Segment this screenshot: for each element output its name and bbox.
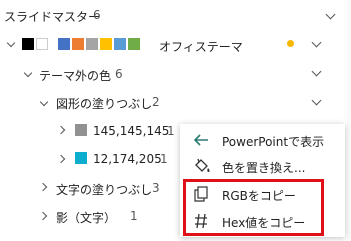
paint-bucket-icon xyxy=(195,158,210,172)
color-swatch xyxy=(114,38,126,50)
color-swatch xyxy=(100,38,112,50)
chevron-right-icon[interactable] xyxy=(56,125,66,135)
section-count: 6 xyxy=(93,8,101,22)
chevron-down-icon[interactable] xyxy=(311,95,322,106)
master-label: オフィステーマ xyxy=(159,40,243,54)
color-swatch xyxy=(75,152,87,164)
menu-item-label: 色を置き換え... xyxy=(222,161,306,175)
chevron-down-icon[interactable] xyxy=(311,37,322,48)
tree-count: 2 xyxy=(152,95,160,109)
tree-count: 6 xyxy=(115,67,123,81)
tree-item-theme-external[interactable]: テーマ外の色 xyxy=(39,67,111,84)
menu-item-open-in-powerpoint[interactable]: PowerPointで表示 xyxy=(180,128,345,152)
status-dot xyxy=(287,40,294,47)
scrollbar[interactable] xyxy=(347,0,351,241)
color-item-count: 1 xyxy=(167,124,175,138)
chevron-right-icon[interactable] xyxy=(38,211,48,221)
color-swatch xyxy=(72,38,84,50)
arrow-left-icon xyxy=(193,134,208,146)
chevron-down-icon[interactable] xyxy=(311,66,322,77)
tree-count: 3 xyxy=(152,181,160,195)
chevron-down-icon[interactable] xyxy=(39,97,49,107)
chevron-down-icon[interactable] xyxy=(6,38,16,48)
tree-item-shape-fill[interactable]: 図形の塗りつぶし xyxy=(56,95,152,112)
chevron-down-icon[interactable] xyxy=(23,68,33,78)
section-title: スライドマスター xyxy=(4,10,101,24)
chevron-down-icon[interactable] xyxy=(325,9,336,20)
menu-item-replace-color[interactable]: 色を置き換え... xyxy=(180,154,345,178)
color-swatch xyxy=(58,38,70,50)
color-swatch xyxy=(36,38,48,50)
chevron-right-icon[interactable] xyxy=(56,154,66,164)
color-swatch xyxy=(22,38,34,50)
menu-item-label: PowerPointで表示 xyxy=(222,135,325,149)
color-swatch xyxy=(128,38,140,50)
chevron-right-icon[interactable] xyxy=(38,182,48,192)
tree-item-text-fill[interactable]: 文字の塗りつぶし xyxy=(56,181,152,198)
color-swatch xyxy=(86,38,98,50)
highlight-box xyxy=(183,179,324,236)
theme-color-swatches xyxy=(22,38,140,50)
tree-count: 1 xyxy=(130,209,138,223)
color-item-label[interactable]: 12,174,205 xyxy=(93,152,162,166)
color-swatch xyxy=(75,124,87,136)
tree-item-shadow-text[interactable]: 影（文字） xyxy=(56,209,116,226)
color-item-count: 1 xyxy=(160,152,168,166)
color-item-label[interactable]: 145,145,145 xyxy=(93,124,169,138)
